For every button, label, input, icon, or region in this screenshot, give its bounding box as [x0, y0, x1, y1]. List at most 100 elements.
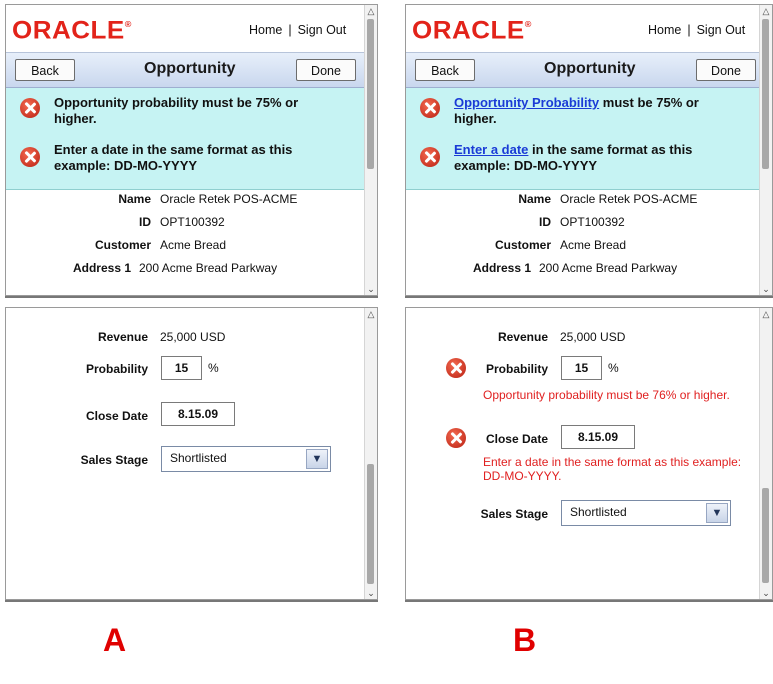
error-icon [20, 98, 40, 118]
sales-stage-value: Shortlisted [170, 451, 227, 465]
sales-stage-select[interactable]: Shortlisted ▼ [561, 500, 731, 526]
probability-label: Probability [485, 362, 548, 376]
address-value: 200 Acme Bread Parkway [539, 261, 678, 275]
address-label: Address 1 [472, 261, 531, 275]
logo-trademark: ® [124, 19, 132, 30]
date-error-link[interactable]: Enter a date [454, 142, 528, 157]
page-title: Opportunity [544, 60, 636, 77]
probability-error-link[interactable]: Opportunity Probability [454, 95, 599, 110]
logo-text: ORACLE [12, 15, 125, 45]
scroll-down-arrow[interactable]: ⌄ [365, 587, 377, 599]
sales-stage-label: Sales Stage [80, 453, 148, 467]
back-button[interactable]: Back [415, 59, 475, 81]
scrollbar[interactable]: △ ⌄ [364, 5, 377, 295]
id-value: OPT100392 [560, 215, 625, 229]
name-label: Name [118, 192, 151, 206]
logo-trademark: ® [524, 19, 532, 30]
chevron-down-icon[interactable]: ▼ [306, 449, 328, 469]
done-button[interactable]: Done [696, 59, 756, 81]
scroll-thumb[interactable] [367, 19, 374, 169]
scroll-thumb[interactable] [762, 19, 769, 169]
date-error-line: Enter a date in the same format as this … [483, 455, 742, 469]
variant-b-caption: B [513, 622, 537, 658]
scroll-down-arrow[interactable]: ⌄ [760, 283, 772, 295]
scroll-down-arrow[interactable]: ⌄ [365, 283, 377, 295]
scroll-up-arrow[interactable]: △ [760, 5, 772, 17]
oracle-logo: ORACLE® [412, 16, 532, 45]
navigation-bar: Back Opportunity Done [6, 52, 367, 88]
chevron-down-icon[interactable]: ▼ [706, 503, 728, 523]
error-line: Opportunity Probability must be 75% or [454, 95, 699, 111]
top-nav: Home | Sign Out [648, 23, 745, 37]
customer-label: Customer [494, 238, 551, 252]
error-icon [20, 147, 40, 167]
id-label: ID [539, 215, 551, 229]
probability-unit: % [208, 361, 219, 375]
id-value: OPT100392 [160, 215, 225, 229]
probability-unit: % [608, 361, 619, 375]
error-text: must be 75% or [599, 95, 699, 110]
probability-input[interactable]: 15 [161, 356, 202, 380]
customer-label: Customer [94, 238, 151, 252]
error-summary-box: Opportunity Probability must be 75% or h… [406, 88, 762, 190]
scroll-thumb[interactable] [367, 464, 374, 584]
error-message-probability: Opportunity Probability must be 75% or h… [454, 95, 699, 127]
scrollbar[interactable]: △ ⌄ [759, 308, 772, 599]
scroll-down-arrow[interactable]: ⌄ [760, 587, 772, 599]
top-nav: Home | Sign Out [249, 23, 346, 37]
close-date-input[interactable]: 8.15.09 [161, 402, 235, 426]
panel-a-header-screen: ORACLE® Home | Sign Out Back Opportunity D… [5, 4, 378, 296]
date-inline-error: Enter a date in the same format as this … [483, 455, 741, 483]
scrollbar[interactable]: △ ⌄ [364, 308, 377, 599]
home-link[interactable]: Home [648, 23, 681, 37]
error-icon [420, 147, 440, 167]
revenue-label: Revenue [97, 330, 148, 344]
scrollbar[interactable]: △ ⌄ [759, 5, 772, 295]
sales-stage-label: Sales Stage [480, 507, 548, 521]
sales-stage-select[interactable]: Shortlisted ▼ [161, 446, 331, 472]
revenue-label: Revenue [497, 330, 548, 344]
close-date-input[interactable]: 8.15.09 [561, 425, 635, 449]
signout-link[interactable]: Sign Out [697, 23, 746, 37]
error-line: example: DD-MO-YYYY [54, 158, 198, 173]
scroll-thumb[interactable] [762, 488, 769, 583]
panel-a-form-screen: Revenue 25,000 USD Probability 15 % Clos… [5, 307, 378, 600]
scroll-up-arrow[interactable]: △ [365, 5, 377, 17]
scroll-up-arrow[interactable]: △ [365, 308, 377, 320]
address-label: Address 1 [72, 261, 131, 275]
error-line: example: DD-MO-YYYY [454, 158, 598, 173]
error-line: higher. [54, 111, 97, 126]
variant-a-caption: A [103, 622, 127, 658]
home-link[interactable]: Home [249, 23, 282, 37]
error-message-date: Enter a date in the same format as this … [54, 142, 292, 174]
revenue-value: 25,000 USD [560, 330, 626, 344]
probability-label: Probability [85, 362, 148, 376]
panel-b-header-screen: ORACLE® Home | Sign Out Back Opportunity D… [405, 4, 773, 296]
name-value: Oracle Retek POS-ACME [560, 192, 698, 206]
panel-b-form-screen: Revenue 25,000 USD Probability 15 % Oppo… [405, 307, 773, 600]
oracle-logo: ORACLE® [12, 16, 132, 45]
navigation-bar: Back Opportunity Done [406, 52, 762, 88]
error-text: in the same format as this [528, 142, 693, 157]
probability-input[interactable]: 15 [561, 356, 602, 380]
logo-text: ORACLE [412, 15, 525, 45]
error-line: Enter a date in the same format as this [54, 142, 293, 157]
date-error-line: DD-MO-YYYY. [483, 469, 562, 483]
scroll-up-arrow[interactable]: △ [760, 308, 772, 320]
error-message-date: Enter a date in the same format as this … [454, 142, 692, 174]
revenue-value: 25,000 USD [160, 330, 226, 344]
error-line: higher. [454, 111, 497, 126]
id-label: ID [139, 215, 151, 229]
name-value: Oracle Retek POS-ACME [160, 192, 298, 206]
back-button[interactable]: Back [15, 59, 75, 81]
error-line: Opportunity probability must be 75% or [54, 95, 299, 110]
done-button[interactable]: Done [296, 59, 356, 81]
signout-link[interactable]: Sign Out [298, 23, 347, 37]
close-date-label: Close Date [85, 409, 148, 423]
error-message-probability: Opportunity probability must be 75% or h… [54, 95, 298, 127]
probability-inline-error: Opportunity probability must be 76% or h… [483, 388, 730, 402]
nav-separator: | [687, 23, 691, 37]
customer-value: Acme Bread [160, 238, 227, 252]
page-title: Opportunity [144, 60, 236, 77]
sales-stage-value: Shortlisted [570, 505, 627, 519]
